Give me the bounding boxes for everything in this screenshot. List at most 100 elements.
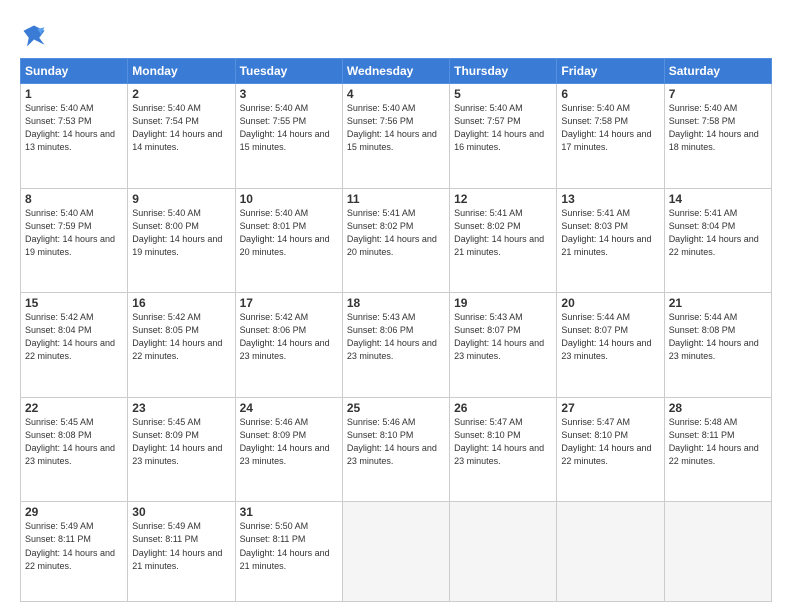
calendar-day-cell: 18Sunrise: 5:43 AMSunset: 8:06 PMDayligh… bbox=[342, 293, 449, 398]
day-info: Sunrise: 5:41 AMSunset: 8:02 PMDaylight:… bbox=[347, 207, 445, 259]
day-info: Sunrise: 5:46 AMSunset: 8:09 PMDaylight:… bbox=[240, 416, 338, 468]
day-number: 9 bbox=[132, 192, 230, 206]
calendar-day-cell bbox=[342, 502, 449, 602]
calendar-day-cell: 11Sunrise: 5:41 AMSunset: 8:02 PMDayligh… bbox=[342, 188, 449, 293]
header bbox=[20, 18, 772, 50]
day-info: Sunrise: 5:41 AMSunset: 8:03 PMDaylight:… bbox=[561, 207, 659, 259]
day-number: 24 bbox=[240, 401, 338, 415]
day-number: 26 bbox=[454, 401, 552, 415]
calendar-week-row: 1Sunrise: 5:40 AMSunset: 7:53 PMDaylight… bbox=[21, 84, 772, 189]
calendar-day-cell: 5Sunrise: 5:40 AMSunset: 7:57 PMDaylight… bbox=[450, 84, 557, 189]
day-info: Sunrise: 5:40 AMSunset: 8:01 PMDaylight:… bbox=[240, 207, 338, 259]
day-number: 2 bbox=[132, 87, 230, 101]
day-number: 17 bbox=[240, 296, 338, 310]
day-number: 12 bbox=[454, 192, 552, 206]
day-info: Sunrise: 5:42 AMSunset: 8:04 PMDaylight:… bbox=[25, 311, 123, 363]
day-info: Sunrise: 5:40 AMSunset: 8:00 PMDaylight:… bbox=[132, 207, 230, 259]
day-info: Sunrise: 5:45 AMSunset: 8:08 PMDaylight:… bbox=[25, 416, 123, 468]
day-info: Sunrise: 5:40 AMSunset: 7:57 PMDaylight:… bbox=[454, 102, 552, 154]
calendar-day-cell: 2Sunrise: 5:40 AMSunset: 7:54 PMDaylight… bbox=[128, 84, 235, 189]
calendar-day-cell: 25Sunrise: 5:46 AMSunset: 8:10 PMDayligh… bbox=[342, 397, 449, 502]
calendar-day-cell: 23Sunrise: 5:45 AMSunset: 8:09 PMDayligh… bbox=[128, 397, 235, 502]
calendar-body: 1Sunrise: 5:40 AMSunset: 7:53 PMDaylight… bbox=[21, 84, 772, 602]
day-number: 25 bbox=[347, 401, 445, 415]
day-info: Sunrise: 5:42 AMSunset: 8:05 PMDaylight:… bbox=[132, 311, 230, 363]
calendar-day-cell: 12Sunrise: 5:41 AMSunset: 8:02 PMDayligh… bbox=[450, 188, 557, 293]
day-info: Sunrise: 5:44 AMSunset: 8:08 PMDaylight:… bbox=[669, 311, 767, 363]
calendar-day-cell bbox=[557, 502, 664, 602]
day-number: 19 bbox=[454, 296, 552, 310]
day-number: 18 bbox=[347, 296, 445, 310]
day-info: Sunrise: 5:50 AMSunset: 8:11 PMDaylight:… bbox=[240, 520, 338, 572]
day-info: Sunrise: 5:43 AMSunset: 8:07 PMDaylight:… bbox=[454, 311, 552, 363]
day-number: 1 bbox=[25, 87, 123, 101]
weekday-header: Tuesday bbox=[235, 59, 342, 84]
day-info: Sunrise: 5:47 AMSunset: 8:10 PMDaylight:… bbox=[561, 416, 659, 468]
calendar-day-cell: 3Sunrise: 5:40 AMSunset: 7:55 PMDaylight… bbox=[235, 84, 342, 189]
day-number: 4 bbox=[347, 87, 445, 101]
day-number: 11 bbox=[347, 192, 445, 206]
day-number: 27 bbox=[561, 401, 659, 415]
day-info: Sunrise: 5:46 AMSunset: 8:10 PMDaylight:… bbox=[347, 416, 445, 468]
calendar-day-cell bbox=[664, 502, 771, 602]
calendar-day-cell: 7Sunrise: 5:40 AMSunset: 7:58 PMDaylight… bbox=[664, 84, 771, 189]
calendar-day-cell: 29Sunrise: 5:49 AMSunset: 8:11 PMDayligh… bbox=[21, 502, 128, 602]
day-info: Sunrise: 5:40 AMSunset: 7:54 PMDaylight:… bbox=[132, 102, 230, 154]
day-info: Sunrise: 5:41 AMSunset: 8:02 PMDaylight:… bbox=[454, 207, 552, 259]
day-info: Sunrise: 5:43 AMSunset: 8:06 PMDaylight:… bbox=[347, 311, 445, 363]
day-info: Sunrise: 5:44 AMSunset: 8:07 PMDaylight:… bbox=[561, 311, 659, 363]
day-number: 5 bbox=[454, 87, 552, 101]
calendar-day-cell: 9Sunrise: 5:40 AMSunset: 8:00 PMDaylight… bbox=[128, 188, 235, 293]
day-info: Sunrise: 5:40 AMSunset: 7:58 PMDaylight:… bbox=[561, 102, 659, 154]
calendar-day-cell: 26Sunrise: 5:47 AMSunset: 8:10 PMDayligh… bbox=[450, 397, 557, 502]
calendar-day-cell: 31Sunrise: 5:50 AMSunset: 8:11 PMDayligh… bbox=[235, 502, 342, 602]
calendar-week-row: 22Sunrise: 5:45 AMSunset: 8:08 PMDayligh… bbox=[21, 397, 772, 502]
calendar-day-cell: 21Sunrise: 5:44 AMSunset: 8:08 PMDayligh… bbox=[664, 293, 771, 398]
day-info: Sunrise: 5:45 AMSunset: 8:09 PMDaylight:… bbox=[132, 416, 230, 468]
calendar-day-cell: 1Sunrise: 5:40 AMSunset: 7:53 PMDaylight… bbox=[21, 84, 128, 189]
weekday-header: Sunday bbox=[21, 59, 128, 84]
day-number: 7 bbox=[669, 87, 767, 101]
day-info: Sunrise: 5:48 AMSunset: 8:11 PMDaylight:… bbox=[669, 416, 767, 468]
calendar-day-cell: 16Sunrise: 5:42 AMSunset: 8:05 PMDayligh… bbox=[128, 293, 235, 398]
day-number: 13 bbox=[561, 192, 659, 206]
day-number: 20 bbox=[561, 296, 659, 310]
day-number: 15 bbox=[25, 296, 123, 310]
calendar-day-cell: 6Sunrise: 5:40 AMSunset: 7:58 PMDaylight… bbox=[557, 84, 664, 189]
day-number: 23 bbox=[132, 401, 230, 415]
calendar-day-cell: 28Sunrise: 5:48 AMSunset: 8:11 PMDayligh… bbox=[664, 397, 771, 502]
day-number: 21 bbox=[669, 296, 767, 310]
weekday-header: Monday bbox=[128, 59, 235, 84]
day-number: 29 bbox=[25, 505, 123, 519]
calendar-day-cell: 19Sunrise: 5:43 AMSunset: 8:07 PMDayligh… bbox=[450, 293, 557, 398]
day-number: 3 bbox=[240, 87, 338, 101]
weekday-header: Saturday bbox=[664, 59, 771, 84]
day-info: Sunrise: 5:42 AMSunset: 8:06 PMDaylight:… bbox=[240, 311, 338, 363]
day-info: Sunrise: 5:40 AMSunset: 7:55 PMDaylight:… bbox=[240, 102, 338, 154]
calendar-day-cell: 10Sunrise: 5:40 AMSunset: 8:01 PMDayligh… bbox=[235, 188, 342, 293]
calendar-week-row: 15Sunrise: 5:42 AMSunset: 8:04 PMDayligh… bbox=[21, 293, 772, 398]
calendar-week-row: 29Sunrise: 5:49 AMSunset: 8:11 PMDayligh… bbox=[21, 502, 772, 602]
calendar-day-cell: 24Sunrise: 5:46 AMSunset: 8:09 PMDayligh… bbox=[235, 397, 342, 502]
day-info: Sunrise: 5:40 AMSunset: 7:56 PMDaylight:… bbox=[347, 102, 445, 154]
calendar-week-row: 8Sunrise: 5:40 AMSunset: 7:59 PMDaylight… bbox=[21, 188, 772, 293]
day-number: 22 bbox=[25, 401, 123, 415]
day-number: 30 bbox=[132, 505, 230, 519]
page: SundayMondayTuesdayWednesdayThursdayFrid… bbox=[0, 0, 792, 612]
day-info: Sunrise: 5:47 AMSunset: 8:10 PMDaylight:… bbox=[454, 416, 552, 468]
calendar-day-cell: 27Sunrise: 5:47 AMSunset: 8:10 PMDayligh… bbox=[557, 397, 664, 502]
calendar-day-cell: 20Sunrise: 5:44 AMSunset: 8:07 PMDayligh… bbox=[557, 293, 664, 398]
day-info: Sunrise: 5:49 AMSunset: 8:11 PMDaylight:… bbox=[25, 520, 123, 572]
weekday-header: Wednesday bbox=[342, 59, 449, 84]
day-number: 16 bbox=[132, 296, 230, 310]
calendar-day-cell: 22Sunrise: 5:45 AMSunset: 8:08 PMDayligh… bbox=[21, 397, 128, 502]
calendar-table: SundayMondayTuesdayWednesdayThursdayFrid… bbox=[20, 58, 772, 602]
day-info: Sunrise: 5:41 AMSunset: 8:04 PMDaylight:… bbox=[669, 207, 767, 259]
day-number: 28 bbox=[669, 401, 767, 415]
calendar-day-cell: 15Sunrise: 5:42 AMSunset: 8:04 PMDayligh… bbox=[21, 293, 128, 398]
weekday-header: Thursday bbox=[450, 59, 557, 84]
calendar-day-cell: 8Sunrise: 5:40 AMSunset: 7:59 PMDaylight… bbox=[21, 188, 128, 293]
day-info: Sunrise: 5:40 AMSunset: 7:53 PMDaylight:… bbox=[25, 102, 123, 154]
logo bbox=[20, 22, 52, 50]
day-number: 31 bbox=[240, 505, 338, 519]
